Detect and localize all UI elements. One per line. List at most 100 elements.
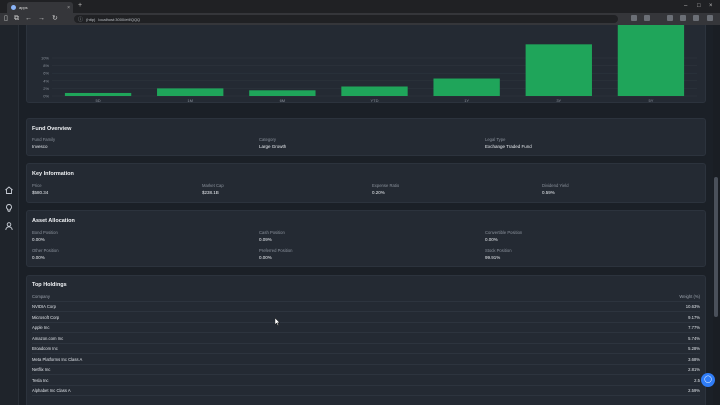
field-value: Invesco xyxy=(32,144,48,149)
preferred-position-field: Preferred Position 0.00% xyxy=(259,248,293,260)
reload-icon[interactable]: ↻ xyxy=(52,14,58,24)
field-value: 0.09% xyxy=(259,237,272,242)
home-icon[interactable] xyxy=(4,185,14,195)
company-cell: Amazon.com Inc xyxy=(32,335,64,341)
field-label: Price xyxy=(32,183,42,188)
company-column-header: Company xyxy=(32,294,50,299)
tab-close-icon[interactable]: × xyxy=(67,5,70,11)
field-label: Category xyxy=(259,137,276,142)
category-field: Category Large Growth xyxy=(259,137,286,149)
field-label: Preferred Position xyxy=(259,248,293,253)
app-sidebar xyxy=(0,25,19,405)
table-row: Alphabet Inc Class A 2.59% xyxy=(32,386,700,396)
performance-chart-card: 0% 2% 4% 6% 8% 10% 5D 1M 6M YTD 1Y 3Y 5Y xyxy=(26,25,706,103)
table-row: Netflix Inc 2.81% xyxy=(32,365,700,375)
minimize-icon[interactable]: – xyxy=(684,2,687,10)
chat-button[interactable]: ◯ xyxy=(701,373,715,387)
key-information-title: Key Information xyxy=(32,171,74,177)
field-label: Fund Family xyxy=(32,137,56,142)
company-cell: Meta Platforms Inc Class A xyxy=(32,356,83,362)
close-window-icon[interactable]: × xyxy=(709,2,713,10)
bar xyxy=(341,86,408,96)
company-cell: Tesla Inc xyxy=(32,377,49,383)
key-information-card: Key Information Price $580.34 Market Cap… xyxy=(26,163,706,203)
page-scrollbar[interactable] xyxy=(713,25,720,405)
main-content: 0% 2% 4% 6% 8% 10% 5D 1M 6M YTD 1Y 3Y 5Y Fund Overvi… xyxy=(19,25,713,405)
field-value: 0.00% xyxy=(32,255,45,260)
new-tab-button[interactable]: + xyxy=(78,2,82,10)
mouse-cursor-icon xyxy=(275,318,281,326)
fund-family-field: Fund Family Invesco xyxy=(32,137,55,149)
bar xyxy=(433,78,500,96)
performance-bar-chart: 0% 2% 4% 6% 8% 10% 5D 1M 6M YTD 1Y 3Y 5Y xyxy=(41,25,697,103)
url-prefix: (http) xyxy=(86,16,96,22)
stock-position-field: Stock Position 99.91% xyxy=(485,248,512,260)
weight-cell: 5.28% xyxy=(688,346,700,351)
field-label: Cash Position xyxy=(259,230,285,235)
scrollbar-thumb[interactable] xyxy=(714,177,718,317)
table-row: Amazon.com Inc 5.74% xyxy=(32,334,700,344)
x-tick-label: 5D xyxy=(96,98,101,103)
bar xyxy=(617,25,685,96)
lightbulb-icon[interactable] xyxy=(4,203,14,213)
dividend-yield-field: Dividend Yield 0.59% xyxy=(542,183,569,195)
convertible-position-field: Convertible Position 0.00% xyxy=(485,230,522,242)
weight-cell: 7.77% xyxy=(688,325,700,330)
field-value: 0.59% xyxy=(542,190,555,195)
company-cell: Netflix Inc xyxy=(32,367,51,372)
extensions-icon[interactable] xyxy=(667,15,673,21)
tab-title: apps xyxy=(19,5,28,10)
other-position-field: Other Position 0.00% xyxy=(32,248,59,260)
weight-cell: 2.81% xyxy=(688,367,700,372)
y-tick-label: 6% xyxy=(43,71,49,76)
top-holdings-title: Top Holdings xyxy=(32,282,67,288)
table-row: NVIDIA Corp 10.63% xyxy=(32,302,700,312)
forward-icon[interactable]: → xyxy=(38,14,45,24)
x-tick-label: 1Y xyxy=(464,98,469,103)
weight-cell: 5.74% xyxy=(688,335,700,341)
user-icon[interactable] xyxy=(4,221,14,231)
tab-actions-icon[interactable]: ⧉ xyxy=(14,14,19,24)
company-cell: Alphabet Inc Class A xyxy=(32,388,71,393)
table-header: Company Weight (%) xyxy=(32,292,700,302)
price-field: Price $580.34 xyxy=(32,183,48,195)
chat-bubble-icon: ◯ xyxy=(704,376,712,383)
url-text: localhost:3000/etf/QQQ xyxy=(98,16,141,22)
bookmark-star-icon[interactable] xyxy=(644,15,650,21)
back-icon[interactable]: ← xyxy=(25,14,32,24)
table-row: Meta Platforms Inc Class A 3.68% xyxy=(32,355,700,365)
field-value: 0.20% xyxy=(372,190,385,195)
tab-favicon-icon xyxy=(11,5,16,10)
company-cell: Microsoft Corp xyxy=(32,314,60,320)
translate-icon[interactable] xyxy=(631,15,637,21)
menu-icon[interactable] xyxy=(707,15,713,21)
company-cell: Apple Inc xyxy=(32,325,50,330)
table-row: Microsoft Corp 9.17% xyxy=(32,313,700,323)
field-value: Exchange Traded Fund xyxy=(485,144,532,149)
sidebar-toggle-icon[interactable]: ▯ xyxy=(4,14,8,24)
y-tick-label: 8% xyxy=(43,63,49,68)
maximize-icon[interactable]: □ xyxy=(697,2,701,10)
field-value: 0.00% xyxy=(259,255,272,260)
field-label: Dividend Yield xyxy=(542,183,569,188)
table-row: Broadcom Inc 5.28% xyxy=(32,344,700,354)
field-label: Market Cap xyxy=(202,183,224,188)
expense-ratio-field: Expense Ratio 0.20% xyxy=(372,183,399,195)
bar xyxy=(157,88,224,96)
site-info-icon[interactable]: ⓘ xyxy=(78,16,83,23)
field-value: 0.00% xyxy=(32,237,45,242)
collections-icon[interactable] xyxy=(693,15,699,21)
table-row: Apple Inc 7.77% xyxy=(32,323,700,333)
table-row: Tesla Inc 2.5 xyxy=(32,376,700,386)
fund-overview-card: Fund Overview Fund Family Invesco Catego… xyxy=(26,118,706,156)
market-cap-field: Market Cap $238.1B xyxy=(202,183,224,195)
company-cell: NVIDIA Corp xyxy=(32,304,56,309)
browser-tab[interactable]: apps × xyxy=(7,2,73,13)
cash-position-field: Cash Position 0.09% xyxy=(259,230,285,242)
field-value: Large Growth xyxy=(259,144,287,149)
y-tick-label: 2% xyxy=(43,86,49,91)
profile-icon[interactable] xyxy=(680,15,686,21)
x-tick-label: 6M xyxy=(280,98,286,103)
address-bar[interactable]: ⓘ (http) localhost:3000/etf/QQQ xyxy=(74,15,618,23)
y-tick-label: 10% xyxy=(41,56,49,61)
